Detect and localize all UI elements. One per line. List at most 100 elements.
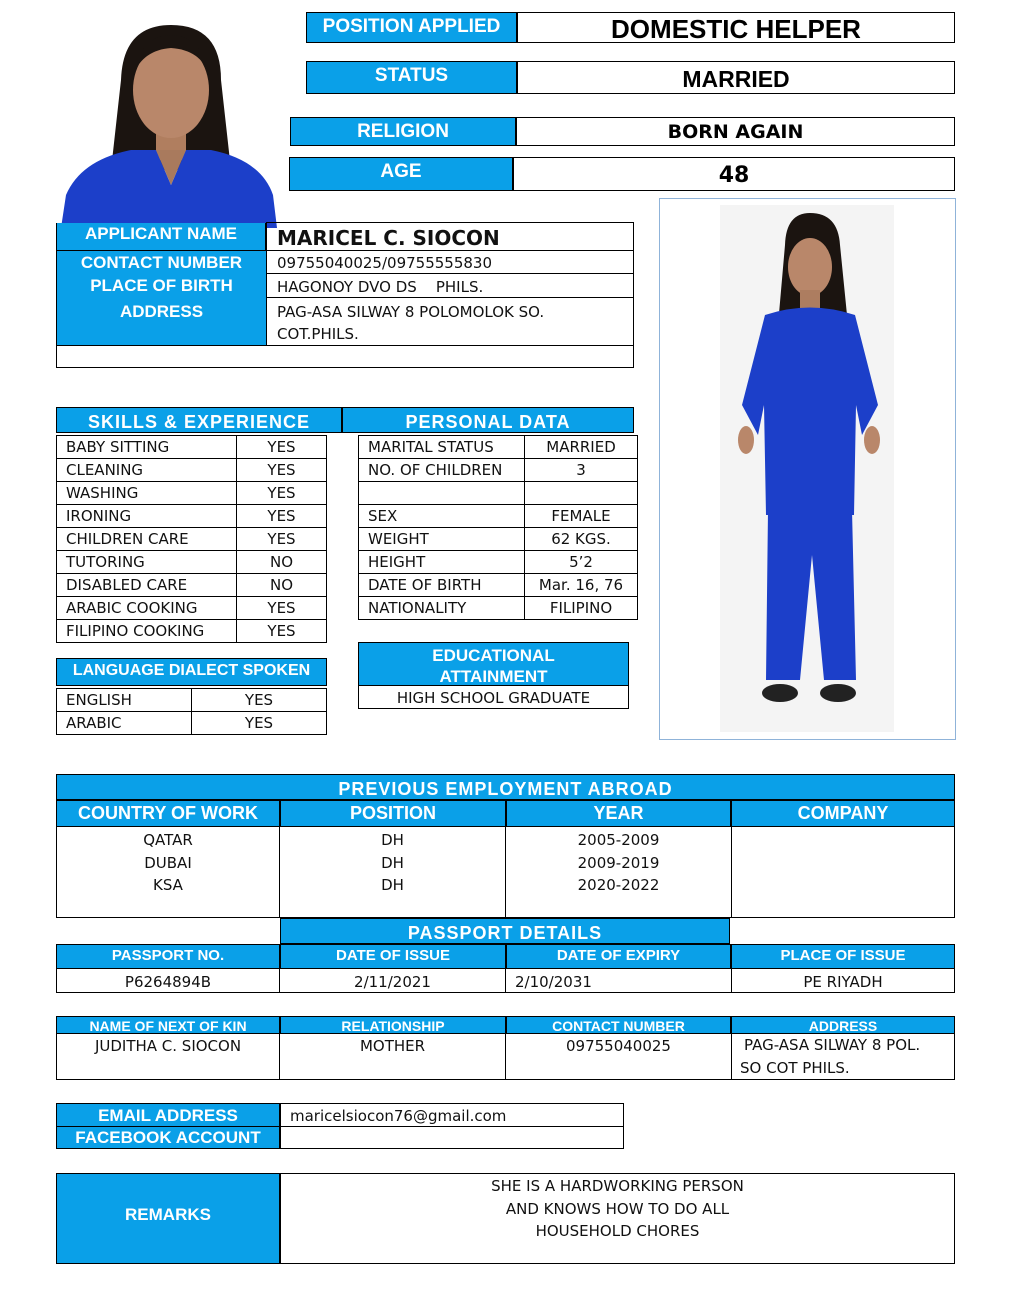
personal-row: NO. OF CHILDREN 3 <box>358 458 638 482</box>
passport-value-row: P6264894B 2/11/2021 2/10/2031 PE RIYADH <box>56 969 955 993</box>
skill-value: YES <box>236 435 327 459</box>
email-label: EMAIL ADDRESS <box>56 1103 280 1127</box>
age-label: AGE <box>289 157 513 191</box>
skill-row: BABY SITTING YES <box>56 435 327 459</box>
skill-row: ARABIC COOKING YES <box>56 596 327 620</box>
address-line-1: PAG-ASA SILWAY 8 POLOMOLOK SO. <box>277 303 545 321</box>
skill-value: NO <box>236 550 327 574</box>
education-title-line-1: EDUCATIONAL <box>432 646 555 665</box>
employment-position-cell: DH <box>381 831 404 849</box>
personal-data-table: MARITAL STATUS MARRIED NO. OF CHILDREN 3 SEX… <box>358 435 638 620</box>
language-row: ARABIC YES <box>56 711 327 735</box>
employment-country-cell: DUBAI <box>144 853 192 872</box>
facebook-value[interactable] <box>280 1127 624 1149</box>
kin-header-name: NAME OF NEXT OF KIN <box>56 1016 280 1034</box>
personal-value: Mar. 16, 76 <box>524 573 638 597</box>
applicant-blank-row <box>56 346 634 368</box>
applicant-name-value: MARICEL C. SIOCON <box>266 222 634 251</box>
passport-date-of-expiry: 2/10/2031 <box>505 969 732 993</box>
skill-name: CLEANING <box>56 458 237 482</box>
education-title: EDUCATIONAL ATTAINMENT <box>358 642 629 686</box>
kin-header-row: NAME OF NEXT OF KIN RELATIONSHIP CONTACT… <box>56 1016 955 1034</box>
personal-row <box>358 481 638 505</box>
address-label: ADDRESS <box>56 298 266 346</box>
employment-col-country: QATAR DUBAI KSA <box>56 827 280 918</box>
skill-value: YES <box>236 619 327 643</box>
passport-header-row: PASSPORT NO. DATE OF ISSUE DATE OF EXPIR… <box>56 944 955 969</box>
kin-address-line-2: SO COT PHILS. <box>740 1059 850 1077</box>
personal-label <box>358 481 525 505</box>
place-of-birth-label: PLACE OF BIRTH <box>56 274 266 298</box>
address-line-2: COT.PHILS. <box>277 325 359 343</box>
skill-value: YES <box>236 481 327 505</box>
skill-name: CHILDREN CARE <box>56 527 237 551</box>
personal-row: MARITAL STATUS MARRIED <box>358 435 638 459</box>
employment-company-cell <box>732 852 954 875</box>
skill-row: DISABLED CARE NO <box>56 573 327 597</box>
personal-row: NATIONALITY FILIPINO <box>358 596 638 620</box>
kin-address: PAG-ASA SILWAY 8 POL. SO COT PHILS. <box>731 1034 955 1080</box>
position-applied-value: DOMESTIC HELPER <box>517 12 955 44</box>
passport-header-issue: DATE OF ISSUE <box>280 944 506 969</box>
passport-title: PASSPORT DETAILS <box>280 918 730 944</box>
employment-year-cell: 2020-2022 <box>577 876 660 894</box>
personal-value: 5’2 <box>524 550 638 574</box>
personal-data-title: PERSONAL DATA <box>342 407 634 433</box>
skill-value: NO <box>236 573 327 597</box>
employment-title: PREVIOUS EMPLOYMENT ABROAD <box>56 774 955 800</box>
remarks-label: REMARKS <box>56 1173 280 1264</box>
skills-title: SKILLS & EXPERIENCE <box>56 407 342 433</box>
address-value: PAG-ASA SILWAY 8 POLOMOLOK SO. COT.PHILS… <box>266 298 634 346</box>
skill-row: CLEANING YES <box>56 458 327 482</box>
language-value: YES <box>191 711 327 735</box>
personal-value: 3 <box>524 458 638 482</box>
contact-number-label: CONTACT NUMBER <box>56 251 266 274</box>
employment-company-cell <box>732 874 954 897</box>
employment-header-country: COUNTRY OF WORK <box>56 800 280 827</box>
personal-label: SEX <box>358 504 525 528</box>
personal-row: WEIGHT 62 KGS. <box>358 527 638 551</box>
remarks-value: SHE IS A HARDWORKING PERSON AND KNOWS HO… <box>280 1173 955 1264</box>
skill-name: WASHING <box>56 481 237 505</box>
place-of-birth-value: HAGONOY DVO DS PHILS. <box>266 274 634 298</box>
skill-value: YES <box>236 504 327 528</box>
language-title: LANGUAGE DIALECT SPOKEN <box>56 658 327 686</box>
personal-value: FEMALE <box>524 504 638 528</box>
employment-header-row: COUNTRY OF WORK POSITION YEAR COMPANY <box>56 800 955 827</box>
passport-number: P6264894B <box>56 969 280 993</box>
skills-table: BABY SITTING YES CLEANING YES WASHING YES IRON… <box>56 435 327 643</box>
email-value[interactable]: maricelsiocon76@gmail.com <box>280 1103 624 1127</box>
employment-col-position: DH DH DH <box>279 827 506 918</box>
personal-label: NO. OF CHILDREN <box>358 458 525 482</box>
personal-value: 62 KGS. <box>524 527 638 551</box>
full-body-photo <box>720 205 894 732</box>
religion-value: BORN AGAIN <box>516 117 955 146</box>
kin-relationship: MOTHER <box>279 1034 506 1080</box>
position-applied-label: POSITION APPLIED <box>306 12 517 43</box>
passport-date-of-issue: 2/11/2021 <box>279 969 506 993</box>
employment-body: QATAR DUBAI KSA DH DH DH 2005-2009 2009-2019 2… <box>56 827 955 918</box>
employment-year-cell: 2005-2009 <box>577 831 660 849</box>
remarks-line-3: HOUSEHOLD CHORES <box>535 1222 700 1240</box>
skill-row: TUTORING NO <box>56 550 327 574</box>
skill-value: YES <box>236 596 327 620</box>
skill-name: BABY SITTING <box>56 435 237 459</box>
contact-number-value: 09755040025/09755555830 <box>266 251 634 274</box>
religion-label: RELIGION <box>290 117 516 146</box>
employment-header-year: YEAR <box>506 800 731 827</box>
personal-label: HEIGHT <box>358 550 525 574</box>
employment-country-cell: KSA <box>153 876 183 894</box>
personal-row: HEIGHT 5’2 <box>358 550 638 574</box>
passport-header-expiry: DATE OF EXPIRY <box>506 944 731 969</box>
passport-header-place: PLACE OF ISSUE <box>731 944 955 969</box>
education-value: HIGH SCHOOL GRADUATE <box>358 686 629 709</box>
status-label: STATUS <box>306 61 517 94</box>
headshot-photo <box>61 20 277 228</box>
skill-row: CHILDREN CARE YES <box>56 527 327 551</box>
employment-country-cell: QATAR <box>143 831 193 849</box>
remarks-line-2: AND KNOWS HOW TO DO ALL <box>505 1199 730 1218</box>
employment-year-cell: 2009-2019 <box>577 853 660 872</box>
full-body-photo-frame <box>659 198 956 740</box>
employment-col-year: 2005-2009 2009-2019 2020-2022 <box>506 827 731 918</box>
language-row: ENGLISH YES <box>56 688 327 712</box>
